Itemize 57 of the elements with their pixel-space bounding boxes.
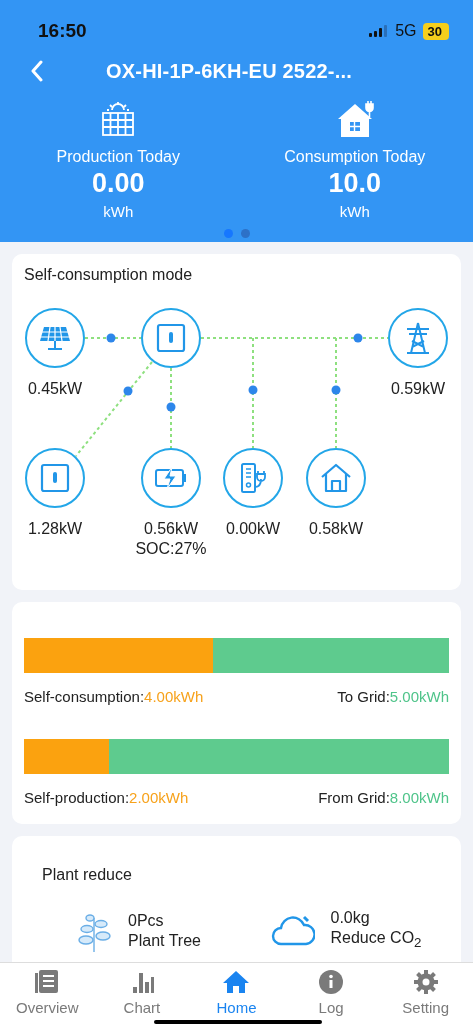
reduce-value: 0.0kg <box>330 908 371 928</box>
page-dot[interactable] <box>223 229 233 238</box>
cloud-icon <box>270 913 315 948</box>
soc-reading: SOC:27% <box>134 540 208 558</box>
stat-value: 10.0 <box>328 167 382 200</box>
nav-tab[interactable]: Home <box>189 963 284 1024</box>
stat-unit: kWh <box>103 203 134 220</box>
network-label: 5G <box>395 22 417 40</box>
flow-dot <box>248 385 258 395</box>
inverter-node[interactable] <box>141 308 201 368</box>
energy-stat: Self-consumption:4.00kWh <box>24 688 204 705</box>
connector-line <box>84 337 142 339</box>
inverter-node[interactable] <box>25 448 85 508</box>
power-tower-node[interactable] <box>388 308 448 368</box>
inverter-icon <box>38 461 72 495</box>
flow-dot <box>166 402 176 412</box>
nav-tab[interactable]: Setting <box>378 963 473 1024</box>
power-reading: 0.59kW <box>389 380 447 398</box>
power-reading: 0.56kW <box>142 520 200 538</box>
page-dot[interactable] <box>240 229 250 238</box>
energy-stat: From Grid:8.00kWh <box>318 789 449 806</box>
signal-icon <box>369 25 390 37</box>
nav-tab[interactable]: Log <box>283 963 379 1024</box>
nav-tab[interactable]: Chart <box>94 963 190 1024</box>
stat-label: Consumption Today <box>284 148 426 166</box>
reduce-value: 0Pcs <box>128 910 165 931</box>
solar-panel-node[interactable] <box>25 308 85 368</box>
info-icon <box>317 969 346 995</box>
section-title: Plant reduce <box>42 866 133 884</box>
charger-node[interactable] <box>223 448 283 508</box>
power-reading: 0.45kW <box>26 380 84 398</box>
stat-label: Production Today <box>56 148 180 166</box>
reduce-label: Reduce CO$_{2}$ <box>330 928 422 953</box>
energy-stat: To Grid:5.00kWh <box>337 688 449 705</box>
back-icon[interactable] <box>30 60 44 82</box>
battery-node[interactable] <box>141 448 201 508</box>
stat-unit: kWh <box>339 203 370 220</box>
mode-title: Self-consumption mode <box>24 266 194 285</box>
power-reading: 0.58kW <box>307 520 365 538</box>
settings-icon <box>411 969 440 995</box>
house-icon <box>319 461 353 495</box>
flow-dot <box>106 333 116 343</box>
flow-dot <box>353 333 363 343</box>
status-time: 16:50 <box>38 20 87 42</box>
inverter-icon <box>154 321 188 355</box>
flow-dot <box>331 385 341 395</box>
device-title: OX-HI-1P-6KH-EU 2522-... <box>106 59 352 83</box>
energy-stat: Self-production:2.00kWh <box>24 789 189 806</box>
nav-tab[interactable]: Overview <box>0 963 95 1024</box>
reduce-label: Plant Tree <box>128 930 201 951</box>
house-node[interactable] <box>306 448 366 508</box>
home-icon <box>222 969 251 995</box>
power-reading: 0.00kW <box>224 520 282 538</box>
power-reading: 1.28kW <box>26 520 84 538</box>
stat-value: 0.00 <box>91 167 145 200</box>
battery-indicator: 30 <box>422 22 449 40</box>
flow-dot <box>123 386 133 396</box>
